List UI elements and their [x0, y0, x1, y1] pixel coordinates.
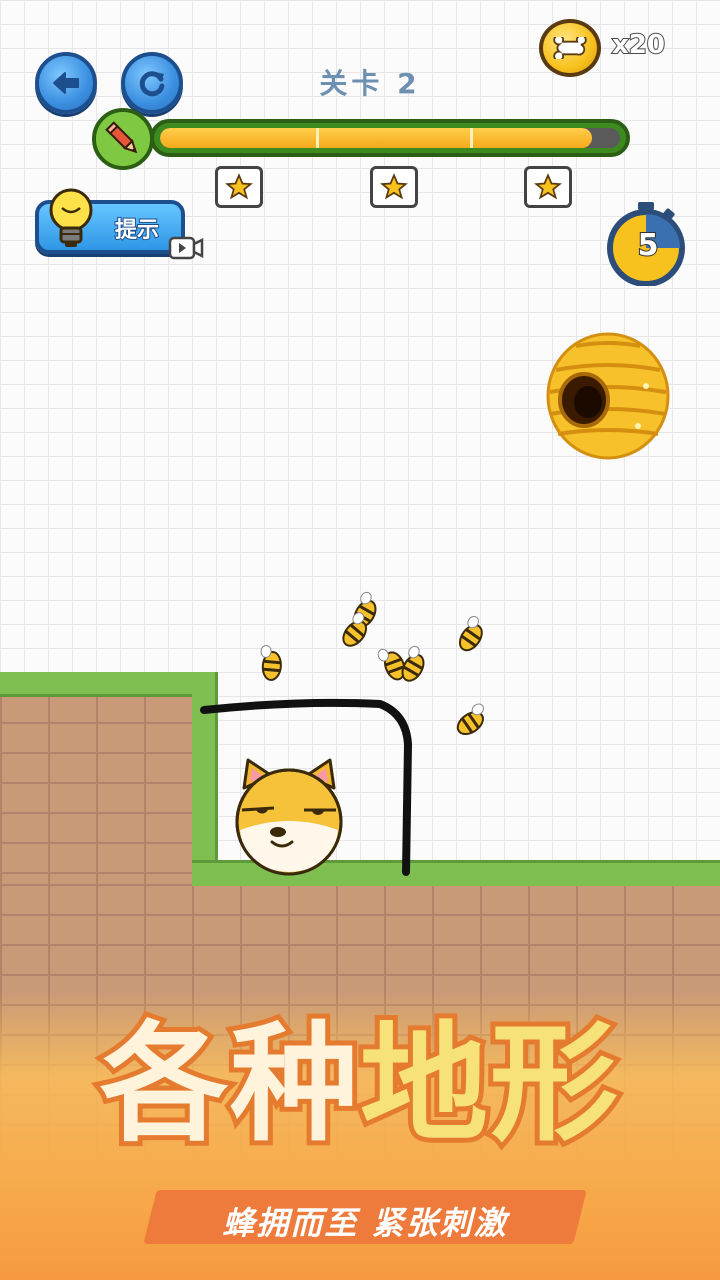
star-icon: [225, 173, 253, 200]
game-stage[interactable]: 关卡 2 x20 提示 5 各种地形 蜂拥而至 紧张刺激: [0, 0, 720, 1280]
progress-track: [160, 128, 620, 148]
arrow-left-icon: [53, 72, 79, 94]
star-threshold-1: [215, 166, 263, 208]
grass-ledge-wall: [192, 672, 218, 884]
ink-progress-bar: [150, 119, 630, 157]
video-ad-icon: [168, 236, 204, 260]
refresh-icon: [139, 71, 165, 97]
star-icon: [534, 173, 562, 200]
timer-value: 5: [637, 227, 660, 264]
level-title: 关卡 2: [319, 67, 421, 100]
pencil-icon: [105, 121, 138, 154]
progress-tick: [470, 128, 473, 148]
restart-button[interactable]: [121, 52, 183, 114]
coin-count: x20: [611, 29, 666, 61]
bee-icon: [260, 644, 282, 681]
shiba-dog-icon[interactable]: [226, 758, 352, 876]
hint-label: 提示: [114, 217, 160, 244]
star-icon: [380, 173, 408, 200]
promo-title-part2: 地形: [355, 1005, 623, 1164]
promo-title-part1: 各种: [95, 1005, 363, 1164]
promo-subtitle: 蜂拥而至 紧张刺激: [222, 1204, 508, 1242]
star-threshold-2: [370, 166, 418, 208]
progress-tick: [316, 128, 319, 148]
grass-ledge-top: [0, 672, 218, 697]
progress-fill: [160, 128, 593, 148]
star-threshold-3: [524, 166, 572, 208]
brick-ledge: [0, 692, 192, 892]
promo-banner-title: 各种地形: [40, 1005, 680, 1164]
back-button[interactable]: [35, 52, 97, 114]
pencil-badge: [92, 108, 154, 170]
lightbulb-icon: [49, 188, 93, 247]
beehive-icon: [546, 332, 670, 460]
bone-coin-icon: [539, 19, 601, 77]
